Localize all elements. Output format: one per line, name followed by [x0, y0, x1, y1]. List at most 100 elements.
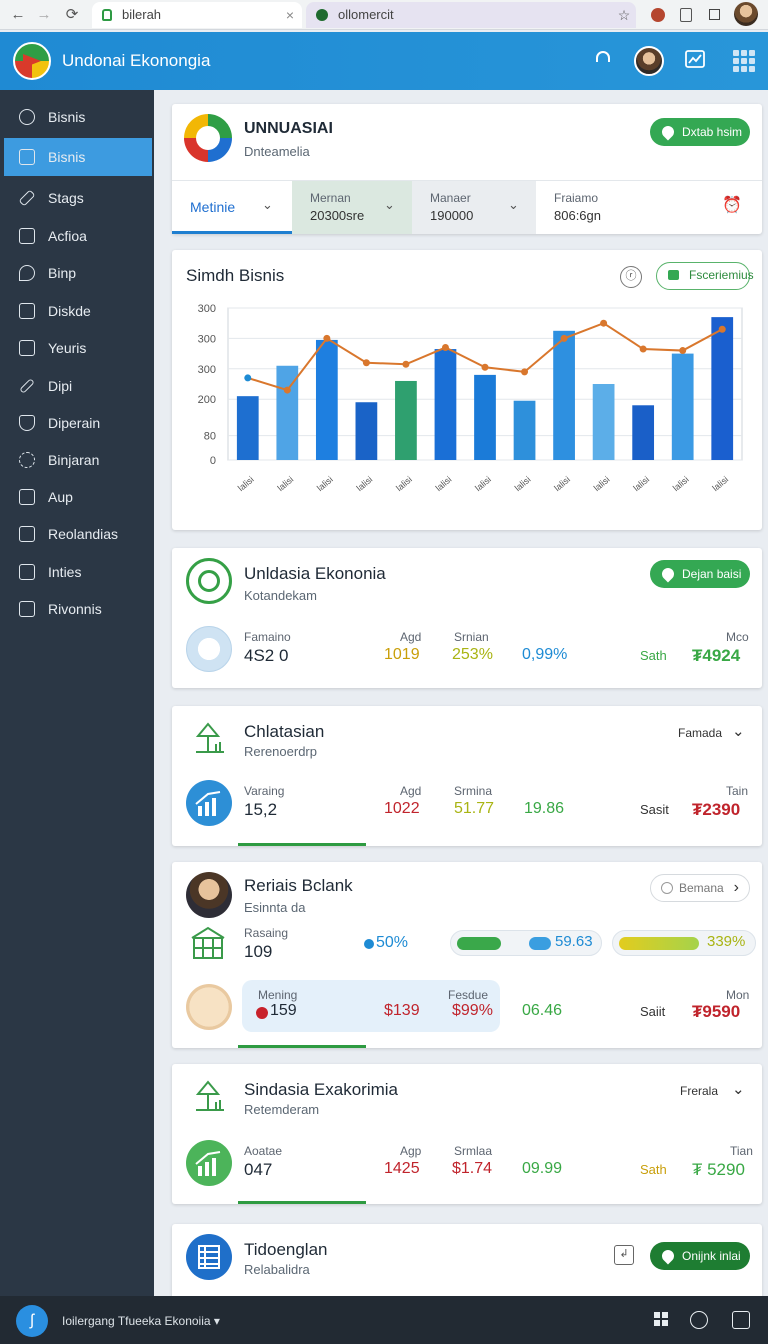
stat-value: 19.86: [524, 800, 565, 817]
dot-icon: [364, 939, 374, 949]
lock-icon: [19, 303, 35, 319]
reader-icon[interactable]: [676, 5, 696, 25]
bar: [395, 380, 417, 460]
chevron-right-icon: ›: [733, 879, 739, 896]
window-icon[interactable]: [704, 5, 724, 25]
active-underline: [238, 1045, 366, 1048]
stat-value: ₮9590: [692, 1002, 741, 1021]
stat-value: ₮2390: [692, 800, 741, 819]
profile-avatar[interactable]: [734, 2, 758, 26]
sidebar-item-binp[interactable]: Binp: [4, 254, 152, 292]
line-point: [244, 374, 252, 382]
period-dropdown[interactable]: Frerala: [680, 1084, 718, 1098]
app-title: Undonai Ekonongia: [62, 51, 211, 70]
user-avatar[interactable]: [634, 46, 664, 76]
stat-value: 1022: [384, 800, 420, 817]
shield-icon: [19, 415, 35, 431]
stat-value: $99%: [452, 1002, 493, 1019]
alarm-clock-icon[interactable]: ⏰: [722, 195, 742, 215]
main-content: UNNUASIAI Dnteamelia Dxtab hsim Metinie …: [154, 90, 768, 1304]
stat-value: 4S2 0: [244, 646, 289, 665]
extension-avatar-icon[interactable]: [648, 5, 668, 25]
chart-filter-pill[interactable]: Fsceriemius: [656, 262, 754, 290]
y-tick-label: 200: [198, 394, 216, 406]
card-title: Reriais Bclank: [244, 876, 353, 895]
document-stack-icon: [186, 1234, 232, 1280]
browser-tab-active[interactable]: bilerah ×: [92, 2, 302, 28]
status-pill[interactable]: Dejan baisi: [650, 560, 750, 588]
close-tab-icon[interactable]: ×: [286, 2, 294, 28]
stat-value: Sath: [640, 648, 667, 663]
sidebar-item-stags[interactable]: Stags: [4, 179, 152, 217]
chevron-down-icon[interactable]: ⌄: [732, 1080, 745, 1098]
reload-icon[interactable]: ⟳: [62, 5, 82, 25]
line-point: [362, 359, 370, 367]
action-pill[interactable]: Onijnk inlai: [650, 1242, 750, 1270]
chevron-down-icon: ⌄: [508, 197, 519, 212]
forward-arrow-icon[interactable]: →: [34, 5, 54, 25]
status-pill[interactable]: Dxtab hsim: [650, 118, 750, 146]
back-arrow-icon[interactable]: ←: [8, 5, 28, 25]
footer-menu[interactable]: Ioilergang Tfueeka Ekonoiia ▾: [62, 1314, 220, 1328]
stat-value: 51.77: [454, 800, 495, 817]
bar: [474, 374, 496, 460]
x-tick-label: lalisi: [275, 474, 295, 493]
stat-value: 047: [244, 1160, 273, 1179]
chevron-down-icon[interactable]: ⌄: [732, 722, 745, 740]
stat-value: 06.46: [522, 1002, 563, 1019]
card-subtitle: Rerenoerdrp: [244, 744, 317, 759]
bottom-bar: ʃ Ioilergang Tfueeka Ekonoiia ▾: [0, 1296, 768, 1344]
sidebar-item-dipi[interactable]: Dipi: [4, 367, 152, 405]
location-icon: [659, 1247, 677, 1265]
grid-icon[interactable]: [652, 1311, 670, 1329]
stat-value: ₮ 5290: [692, 1160, 745, 1179]
red-dot-icon: [256, 1007, 268, 1019]
tree-icon: [190, 718, 230, 758]
chevron-down-icon: ⌄: [384, 197, 395, 212]
bar: [236, 396, 259, 460]
apps-grid-icon[interactable]: [733, 50, 755, 72]
x-tick-label: lalisi: [671, 474, 691, 493]
headset-icon[interactable]: [590, 48, 616, 74]
list-icon: [19, 340, 35, 356]
chart-box-icon[interactable]: [682, 48, 708, 74]
info-icon[interactable]: ↲: [614, 1245, 634, 1265]
bar: [315, 339, 338, 460]
progress-bar: 59.63: [450, 930, 602, 956]
x-tick-label: lalisi: [315, 474, 335, 493]
period-dropdown[interactable]: Famada: [678, 726, 722, 740]
sidebar-item-aup[interactable]: Aup: [4, 478, 152, 516]
sidebar-item-yeuris[interactable]: Yeuris: [4, 329, 152, 367]
card-subtitle: Esinnta da: [244, 900, 306, 915]
sidebar-item-bisnis-active[interactable]: Bisnis: [4, 138, 152, 176]
clock-icon[interactable]: [690, 1311, 708, 1329]
browser-tab-second[interactable]: ollomercit: [306, 2, 636, 28]
refresh-icon[interactable]: ⓡ: [620, 266, 642, 288]
tab-mernan[interactable]: Mernan 20300sre ⌄: [292, 180, 412, 234]
summary-card: UNNUASIAI Dnteamelia Dxtab hsim Metinie …: [172, 104, 762, 234]
window-icon[interactable]: [732, 1311, 750, 1329]
line-point: [600, 319, 608, 327]
person-avatar: [186, 872, 232, 918]
stat-value: 0,99%: [522, 646, 568, 663]
footer-logo-icon[interactable]: ʃ: [16, 1305, 48, 1337]
filter-button[interactable]: Bemana ›: [650, 874, 750, 902]
tab-metinie[interactable]: Metinie ⌄: [172, 180, 292, 234]
sidebar: Bisnis Bisnis Stags Acfioa Binp Diskde Y…: [0, 90, 154, 1296]
line-point: [718, 325, 726, 333]
sidebar-item-diperain[interactable]: Diperain: [4, 404, 152, 442]
star-icon[interactable]: ☆: [614, 5, 634, 25]
sidebar-item-rivonnis[interactable]: Rivonnis: [4, 590, 152, 628]
tab-fraiamo[interactable]: Fraiamo 806:6gn ⏰: [536, 180, 762, 234]
y-tick-label: 0: [210, 455, 216, 467]
sidebar-item-inties[interactable]: Inties: [4, 553, 152, 591]
stat-value: 15,2: [244, 800, 278, 819]
sidebar-item-acfioa[interactable]: Acfioa: [4, 217, 152, 255]
sidebar-item-diskde[interactable]: Diskde: [4, 292, 152, 330]
sidebar-item-binjaran[interactable]: Binjaran: [4, 441, 152, 479]
sidebar-item-reolandias[interactable]: Reolandias: [4, 515, 152, 553]
sidebar-item-bisnis[interactable]: Bisnis: [4, 98, 152, 136]
chlatasian-card: Chlatasian Rerenoerdrp Famada ⌄ Varaing …: [172, 706, 762, 846]
tab-manaer[interactable]: Manaer 190000 ⌄: [412, 180, 536, 234]
economy-card: Unldasia Ekononia Kotandekam Dejan baisi…: [172, 548, 762, 688]
